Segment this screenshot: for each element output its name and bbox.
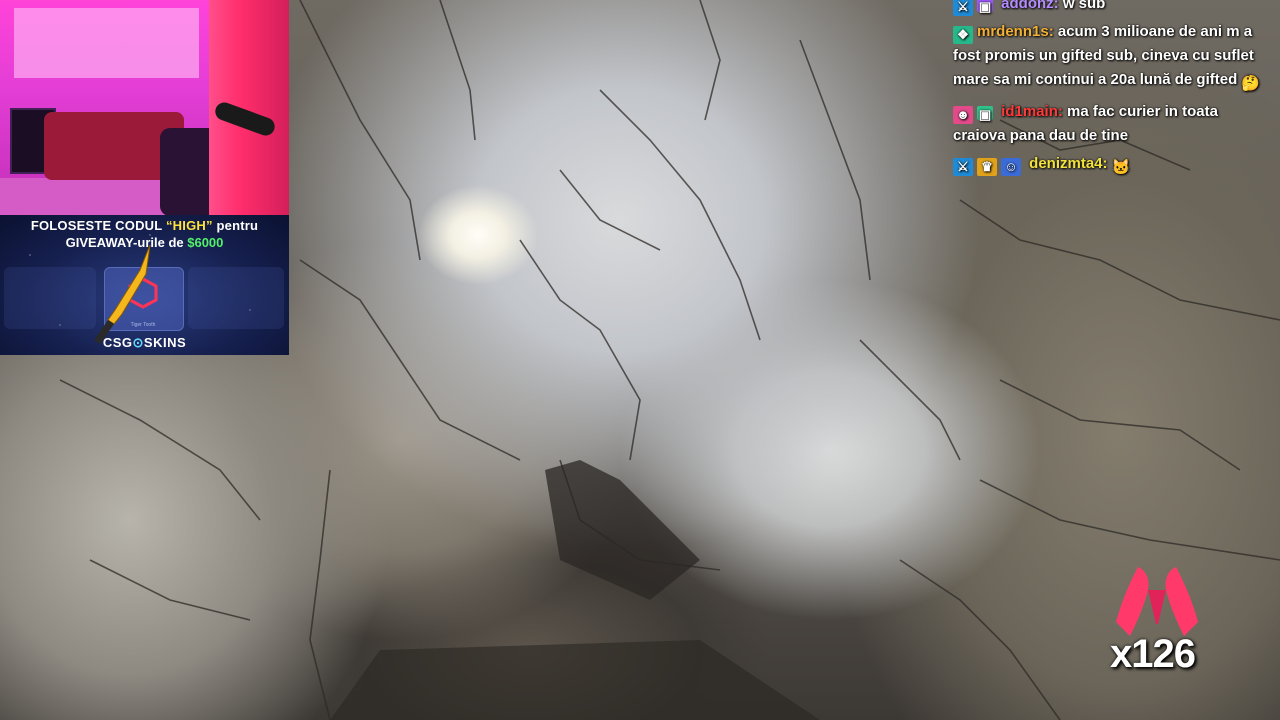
chat-message: ⚔ ♛ ☺ denizmta4: 🐱 bbox=[953, 152, 1263, 180]
chat-message: ⚔ ▣ addonz: w sub bbox=[953, 0, 1263, 16]
banner-line-1-prefix: FOLOSESTE CODUL bbox=[30, 218, 166, 233]
skin-card-right bbox=[188, 267, 284, 329]
sword-badge-icon: ⚔ bbox=[953, 158, 973, 176]
chat-overlay: ⚔ ▣ addonz: w sub ❖ mrdenn1s: acum 3 milio… bbox=[953, 0, 1263, 184]
sword-badge-icon: ⚔ bbox=[953, 0, 973, 16]
giveaway-banner[interactable]: FOLOSESTE CODUL “HIGH” pentru GIVEAWAY-u… bbox=[0, 215, 289, 355]
chat-message: ❖ mrdenn1s: acum 3 milioane de ani m a fo… bbox=[953, 20, 1263, 96]
gift-badge-icon: ▣ bbox=[977, 0, 993, 14]
praying-hands-icon bbox=[1116, 567, 1198, 636]
chat-username[interactable]: addonz: bbox=[1001, 0, 1059, 12]
giveaway-amount: $6000 bbox=[187, 235, 224, 250]
banner-line-1: FOLOSESTE CODUL “HIGH” pentru bbox=[0, 218, 289, 233]
chat-username[interactable]: denizmta4: bbox=[1029, 155, 1107, 172]
cat-emote-icon: 🐱 bbox=[1111, 159, 1131, 176]
chat-message: ☻ ▣ id1main: ma fac curier in toata craio… bbox=[953, 100, 1263, 148]
reaction-counter: x126 bbox=[1108, 562, 1208, 676]
crown-badge-icon: ♛ bbox=[977, 158, 997, 176]
promo-code: “HIGH” bbox=[165, 218, 213, 233]
knife-icon bbox=[94, 244, 151, 344]
brand-left: CSG bbox=[102, 335, 133, 350]
streamer-webcam bbox=[0, 0, 289, 215]
chat-username[interactable]: id1main: bbox=[1001, 103, 1063, 120]
reaction-count: x126 bbox=[1110, 632, 1196, 676]
monster-badge-icon: ☻ bbox=[953, 106, 973, 124]
gem-icon: ⊙ bbox=[132, 335, 144, 350]
chat-text: w sub bbox=[1062, 0, 1106, 12]
webcam-window bbox=[14, 8, 199, 78]
tier-badge-icon: ❖ bbox=[953, 26, 973, 44]
banner-line-1-suffix: pentru bbox=[212, 218, 259, 233]
brand-right: SKINS bbox=[143, 335, 187, 350]
thinking-emote-icon: 🤔 bbox=[1241, 75, 1261, 92]
chat-username[interactable]: mrdenn1s: bbox=[977, 23, 1054, 40]
alien-badge-icon: ☺ bbox=[1001, 158, 1021, 176]
gift-badge-icon: ▣ bbox=[977, 106, 993, 122]
csgoskins-logo: CSG⊙SKINS bbox=[0, 335, 289, 351]
